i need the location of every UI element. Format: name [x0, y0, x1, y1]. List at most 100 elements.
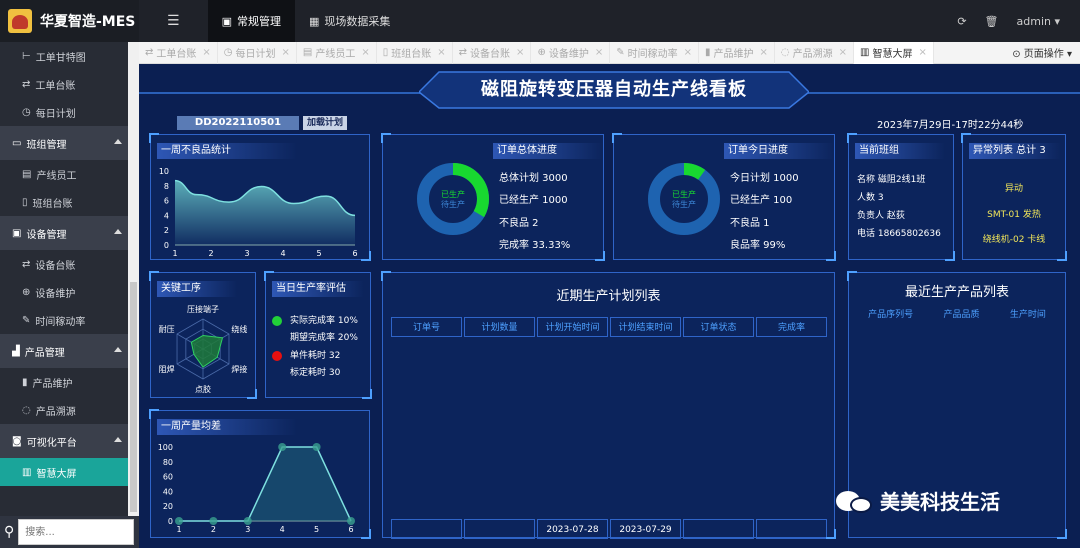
variance-point	[243, 517, 252, 525]
comment-icon: ◌	[780, 47, 790, 58]
dashboard-title: 磁阻旋转变压器自动生产线看板	[481, 79, 747, 100]
y-tick-label: 20	[163, 502, 173, 511]
tab-equipment-maintenance[interactable]: ⊕ 设备维护 ×	[531, 41, 611, 64]
chevron-up-icon	[114, 347, 122, 352]
close-icon[interactable]: ×	[282, 47, 290, 58]
close-icon[interactable]: ×	[839, 47, 847, 58]
clock-icon: ◷	[223, 47, 233, 58]
id-card-icon: ▤	[22, 168, 32, 180]
load-plan-button[interactable]: 加载计划	[303, 116, 347, 130]
column-header[interactable]: 计划开始时间	[537, 317, 608, 337]
sidebar-item-utilization[interactable]: ✎ 时间稼动率	[0, 306, 128, 334]
sidebar-item-team-ledger[interactable]: ▯ 班组台账	[0, 188, 128, 216]
column-header[interactable]: 计划数量	[464, 317, 535, 337]
dashboard: 磁阻旋转变压器自动生产线看板 DD2022110501 加载计划 2023年7月…	[139, 64, 1080, 548]
team-name: 名称 磁阻2线1班	[857, 175, 926, 185]
column-header[interactable]: 订单号	[391, 317, 462, 337]
panel-title: 异常列表 总计 3	[969, 143, 1061, 159]
close-icon[interactable]: ×	[595, 47, 603, 58]
sidebar-item-smart-screen[interactable]: ▥ 智慧大屏	[0, 458, 128, 486]
close-icon[interactable]: ×	[918, 47, 926, 58]
today-progress-donut: 已生产待生产	[648, 163, 720, 235]
close-icon[interactable]: ×	[684, 47, 692, 58]
tab-utilization[interactable]: ✎ 时间稼动率 ×	[610, 41, 699, 64]
sidebar-item-label: 工单台账	[35, 80, 76, 92]
tab-line-staff[interactable]: ▤ 产线员工 ×	[297, 41, 377, 64]
column-header[interactable]: 产品品质	[943, 307, 979, 320]
close-icon[interactable]: ×	[760, 47, 768, 58]
scrollbar-thumb[interactable]	[130, 282, 137, 512]
watermark: 美美科技生活	[836, 486, 1000, 515]
tab-equipment-ledger[interactable]: ⇄ 设备台账 ×	[453, 41, 532, 64]
search-input[interactable]	[18, 519, 135, 545]
x-tick-label: 6	[352, 249, 357, 258]
production-plan-list-panel: 近期生产计划列表 订单号 计划数量 计划开始时间 计划结束时间 订单状态 完成率…	[381, 271, 836, 539]
tab-team-ledger[interactable]: ▯ 班组台账 ×	[377, 41, 453, 64]
sidebar-group-visualization[interactable]: ◙ 可视化平台	[0, 424, 128, 458]
column-header[interactable]: 订单状态	[683, 317, 754, 337]
tab-product-trace[interactable]: ◌ 产品溯源 ×	[775, 41, 855, 64]
current-team-panel: 当前班组 名称 磁阻2线1班 人数 3 负责人 赵荻 电话 1866580263…	[847, 133, 955, 261]
tab-regular-management[interactable]: ▣ 常规管理	[207, 0, 295, 42]
order-total-progress-panel: 订单总体进度 已生产 待生产 总体计划 3000 已经生产 1000 不良品 2 …	[381, 133, 605, 261]
abnormal-item[interactable]: SMT-01 发热	[963, 207, 1065, 220]
close-icon[interactable]: ×	[437, 47, 445, 58]
tab-product-maintenance[interactable]: ▮ 产品维护 ×	[699, 41, 775, 64]
sidebar-item-gantt[interactable]: ⊢ 工单甘特图	[0, 42, 128, 70]
sidebar-item-product-maintenance[interactable]: ▮ 产品维护	[0, 368, 128, 396]
abnormal-item[interactable]: 绕线机-02 卡线	[963, 232, 1065, 245]
tab-order-ledger[interactable]: ⇄ 工单台账 ×	[139, 41, 218, 64]
user-menu[interactable]: admin ▾	[1017, 15, 1061, 28]
column-header[interactable]: 完成率	[756, 317, 827, 337]
sidebar-group-product[interactable]: ▟ 产品管理	[0, 334, 128, 368]
sidebar: ⊢ 工单甘特图 ⇄ 工单台账 ◷ 每日计划 ▭ 班组管理 ▤ 产线员工 ▯ 班组台账 ▣ 设备…	[0, 42, 128, 516]
close-icon[interactable]: ×	[202, 47, 210, 58]
sidebar-item-equipment-maintenance[interactable]: ⊕ 设备维护	[0, 278, 128, 306]
id-card-icon: ▤	[302, 47, 313, 58]
y-tick-label: 8	[164, 182, 169, 191]
close-icon[interactable]: ×	[361, 47, 369, 58]
x-tick-label: 1	[176, 525, 181, 534]
wrench-icon: ✎	[616, 47, 625, 58]
y-tick-label: 10	[159, 167, 169, 176]
sidebar-scrollbar[interactable]	[128, 42, 139, 516]
swap-icon: ⇄	[458, 47, 468, 58]
sidebar-group-team[interactable]: ▭ 班组管理	[0, 126, 128, 160]
sidebar-item-equipment-ledger[interactable]: ⇄ 设备台账	[0, 250, 128, 278]
menu-toggle-button[interactable]: ☰	[139, 0, 208, 42]
tab-field-data[interactable]: ▦ 现场数据采集	[295, 0, 404, 42]
x-tick-label: 5	[314, 525, 319, 534]
crosshair-icon: ⊕	[22, 286, 31, 298]
tab-smart-screen[interactable]: ▥ 智慧大屏 ×	[854, 41, 934, 64]
close-icon[interactable]: ×	[516, 47, 524, 58]
column-header[interactable]: 生产时间	[1010, 307, 1046, 320]
sidebar-item-line-staff[interactable]: ▤ 产线员工	[0, 160, 128, 188]
title-frame: 磁阻旋转变压器自动生产线看板	[419, 70, 809, 110]
trash-icon[interactable]: 🗑	[985, 15, 999, 28]
abnormal-item[interactable]: 异动	[963, 181, 1065, 194]
sidebar-item-order-ledger[interactable]: ⇄ 工单台账	[0, 70, 128, 98]
chevron-up-icon	[114, 139, 122, 144]
username: admin	[1016, 14, 1051, 28]
sidebar-item-daily-plan[interactable]: ◷ 每日计划	[0, 98, 128, 126]
sidebar-item-label: 产品维护	[32, 378, 73, 390]
page-operations-button[interactable]: ⊙ 页面操作 ▾	[1012, 45, 1080, 60]
order-number-field[interactable]: DD2022110501	[177, 116, 299, 130]
column-header[interactable]: 计划结束时间	[610, 317, 681, 337]
file-icon: ▯	[382, 47, 389, 58]
tab-label: 产品溯源	[792, 49, 833, 60]
tab-daily-plan[interactable]: ◷ 每日计划 ×	[218, 41, 297, 64]
sidebar-group-equipment[interactable]: ▣ 设备管理	[0, 216, 128, 250]
sidebar-item-product-trace[interactable]: ◌ 产品溯源	[0, 396, 128, 424]
refresh-icon[interactable]: ⟳	[957, 15, 966, 28]
y-tick-label: 100	[158, 443, 173, 452]
page-operations-label: 页面操作	[1023, 49, 1064, 60]
page-tabs: ⇄ 工单台账 × ◷ 每日计划 × ▤ 产线员工 × ▯ 班组台账 × ⇄ 设备台账 × ⊕ 设备维护…	[139, 41, 1080, 64]
y-tick-label: 0	[164, 241, 169, 250]
donut-remaining-slice	[648, 163, 720, 235]
total-progress-donut: 已生产待生产	[417, 163, 489, 235]
file-icon: ▯	[22, 196, 28, 208]
document-icon: ▮	[22, 376, 28, 388]
chevron-up-icon	[114, 437, 122, 442]
column-header[interactable]: 产品序列号	[868, 307, 913, 320]
